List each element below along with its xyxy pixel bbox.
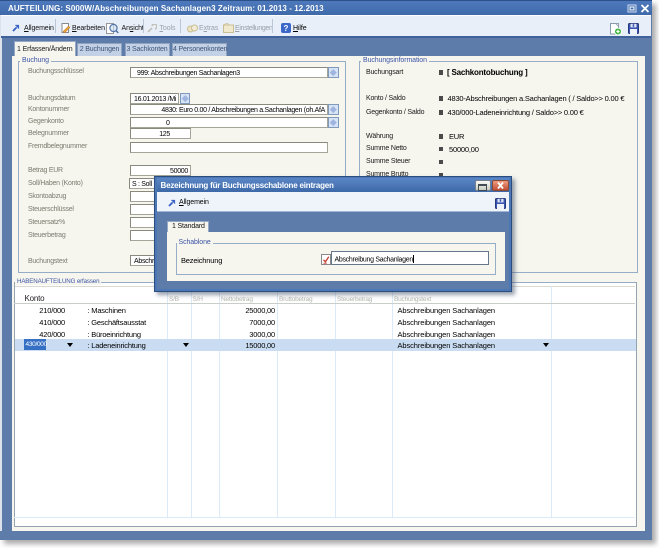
svg-text:?: ? [284, 24, 289, 33]
